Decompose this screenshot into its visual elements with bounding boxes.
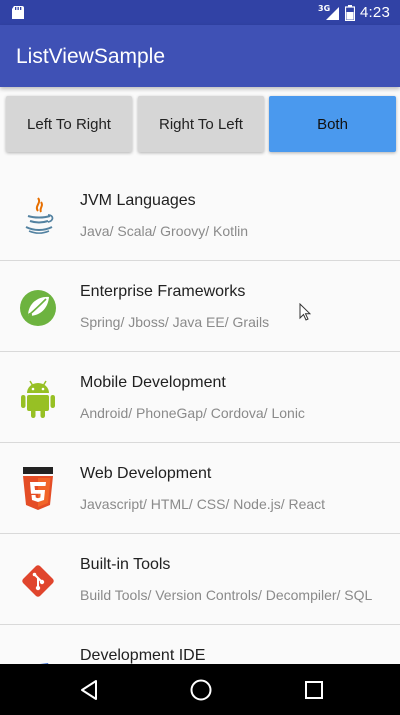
recents-icon[interactable]: [302, 678, 326, 702]
sd-card-icon: [12, 6, 24, 19]
git-icon: [22, 565, 54, 597]
navigation-bar: [0, 664, 400, 715]
item-subtitle: Android/ PhoneGap/ Cordova/ Lonic: [80, 405, 305, 421]
right-to-left-button[interactable]: Right To Left: [138, 96, 264, 152]
status-time: 4:23: [360, 4, 390, 21]
item-title: JVM Languages: [80, 192, 196, 209]
html5-icon: [23, 467, 53, 510]
item-subtitle: Java/ Scala/ Groovy/ Kotlin: [80, 223, 249, 239]
app-bar: ListViewSample: [0, 25, 400, 87]
list-item[interactable]: Built-in Tools Build Tools/ Version Cont…: [0, 534, 400, 625]
item-title: Development IDE: [80, 647, 206, 664]
status-bar: 3G 4:23: [0, 0, 400, 25]
mouse-cursor-icon: [299, 303, 311, 321]
battery-icon: [345, 4, 355, 21]
item-subtitle: Build Tools/ Version Controls/ Decompile…: [80, 587, 373, 603]
list-item[interactable]: Mobile Development Android/ PhoneGap/ Co…: [0, 352, 400, 443]
list-item[interactable]: JVM Languages Java/ Scala/ Groovy/ Kotli…: [0, 170, 400, 261]
spring-icon: [20, 290, 56, 326]
left-to-right-button[interactable]: Left To Right: [6, 96, 132, 152]
back-icon[interactable]: [78, 678, 102, 702]
item-title: Enterprise Frameworks: [80, 283, 246, 300]
status-icons: 3G 4:23: [318, 0, 390, 25]
signal-icon: 3G: [318, 4, 340, 21]
item-subtitle: Spring/ Jboss/ Java EE/ Grails: [80, 314, 270, 330]
item-title: Web Development: [80, 465, 212, 482]
android-icon: [21, 380, 55, 418]
direction-button-row: Left To Right Right To Left Both: [0, 94, 400, 154]
android-screen: 3G 4:23 ListViewSample Left To Right Rig…: [0, 0, 400, 715]
list-item[interactable]: Enterprise Frameworks Spring/ Jboss/ Jav…: [0, 261, 400, 352]
both-button[interactable]: Both: [269, 96, 396, 152]
list-item[interactable]: Web Development Javascript/ HTML/ CSS/ N…: [0, 443, 400, 534]
item-title: Built-in Tools: [80, 556, 171, 573]
item-subtitle: Javascript/ HTML/ CSS/ Node.js/ React: [80, 496, 326, 512]
java-icon: [25, 197, 54, 234]
item-title: Mobile Development: [80, 374, 226, 391]
home-icon[interactable]: [189, 678, 213, 702]
app-title: ListViewSample: [16, 45, 166, 68]
